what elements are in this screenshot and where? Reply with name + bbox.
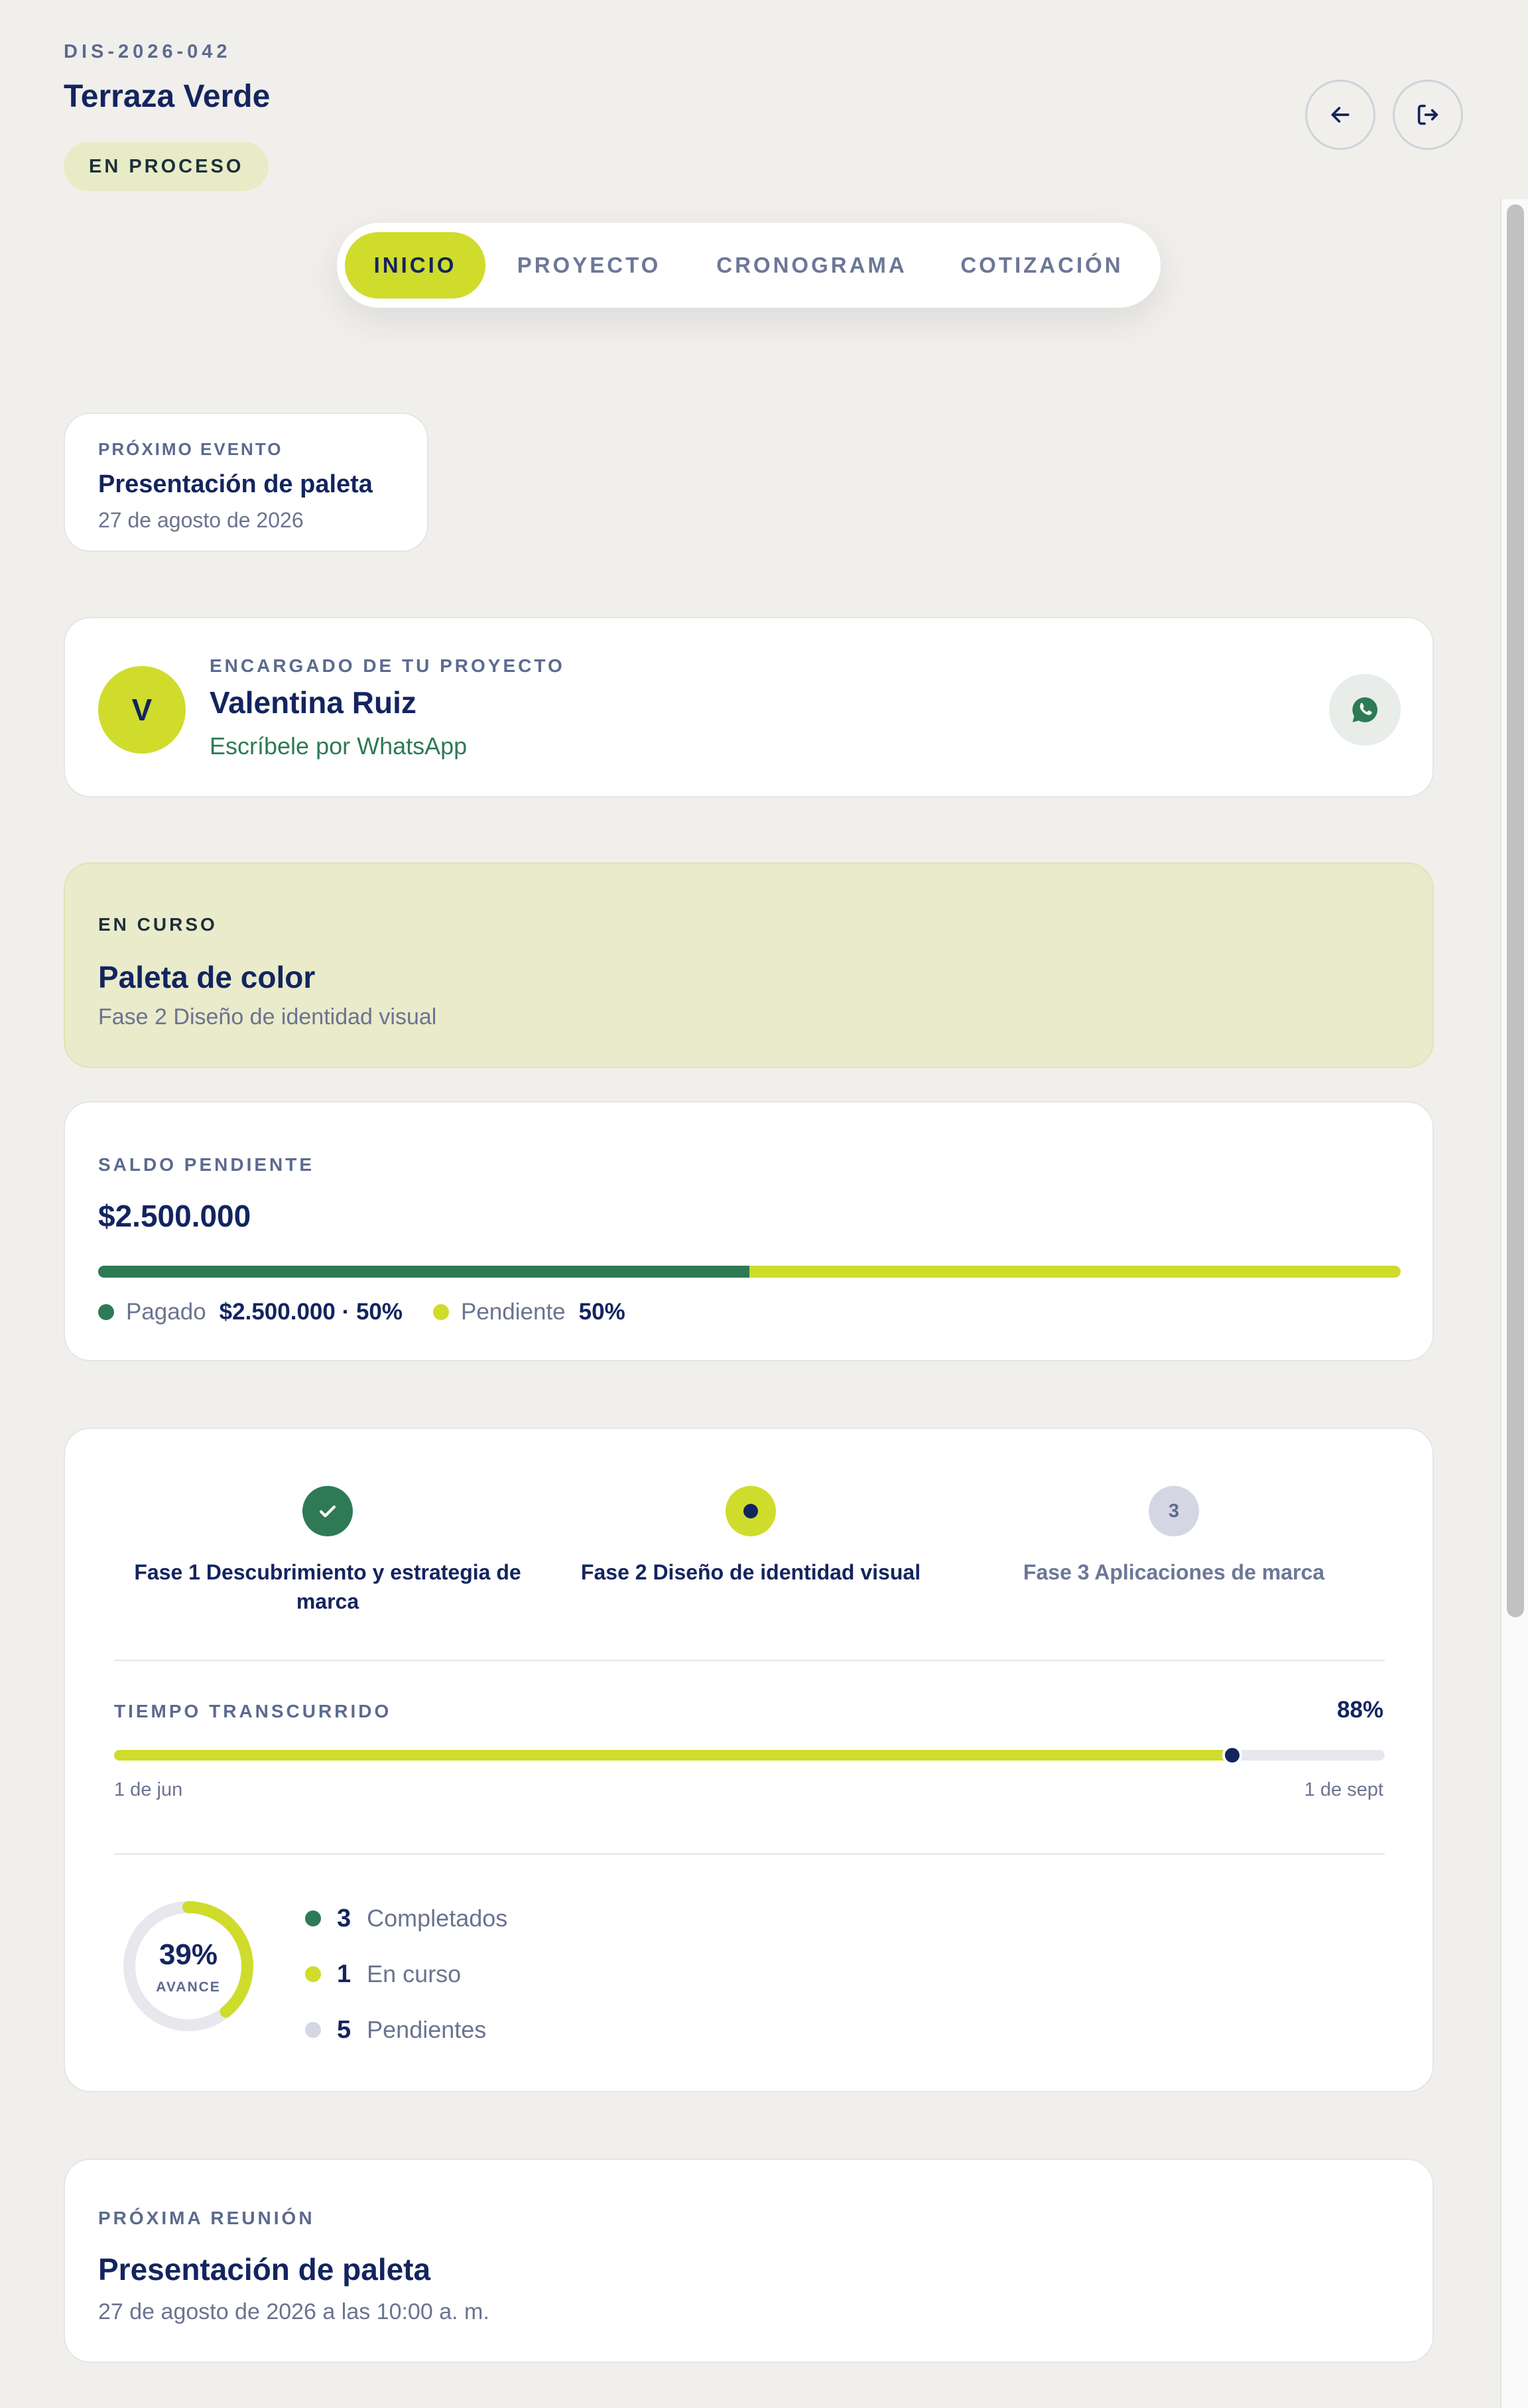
current-task-card: EN CURSO Paleta de color Fase 2 Diseño d…: [64, 862, 1434, 1068]
balance-card: SALDO PENDIENTE $2.500.000 Pagado $2.500…: [64, 1101, 1434, 1361]
balance-progress-bar: [98, 1266, 1401, 1278]
whatsapp-link[interactable]: Escríbele por WhatsApp: [210, 732, 467, 760]
time-label: TIEMPO TRANSCURRIDO: [114, 1701, 392, 1721]
stat-dot: [305, 2022, 321, 2038]
manager-label: ENCARGADO DE TU PROYECTO: [210, 655, 565, 676]
stat-count: 3: [337, 1904, 351, 1932]
balance-legend: Pagado $2.500.000 · 50% Pendiente 50%: [98, 1299, 625, 1325]
current-task-label: EN CURSO: [98, 914, 218, 935]
progress-card: 3 Fase 1 Descubrimiento y estrategia de …: [64, 1428, 1434, 2092]
paid-value: $2.500.000 · 50%: [219, 1299, 403, 1325]
paid-dot: [98, 1304, 114, 1320]
next-meeting-card: PRÓXIMA REUNIÓN Presentación de paleta 2…: [64, 2159, 1434, 2363]
tab-proyecto[interactable]: PROYECTO: [485, 232, 692, 299]
next-event-label: PRÓXIMO EVENTO: [98, 439, 283, 459]
pending-label: Pendiente: [461, 1299, 566, 1325]
back-button[interactable]: [1305, 80, 1375, 150]
stat-label: Completados: [367, 1905, 508, 1932]
stat-completed: 3 Completados: [305, 1904, 507, 1933]
current-dot: [743, 1504, 758, 1518]
stat-label: En curso: [367, 1960, 462, 1987]
time-end: 1 de sept: [1304, 1779, 1383, 1800]
pending-value: 50%: [578, 1299, 625, 1325]
stat-count: 5: [337, 2015, 351, 2044]
project-title: Terraza Verde: [64, 79, 271, 114]
paid-label: Pagado: [126, 1299, 206, 1325]
next-event-title: Presentación de paleta: [98, 470, 373, 498]
stats-list: 3 Completados 1 En curso 5 Pendientes: [305, 1904, 507, 2044]
meeting-datetime: 27 de agosto de 2026 a las 10:00 a. m.: [98, 2299, 489, 2324]
stat-count: 1: [337, 1960, 351, 1988]
scrollbar-thumb[interactable]: [1507, 204, 1524, 1617]
meeting-label: PRÓXIMA REUNIÓN: [98, 2208, 315, 2228]
meeting-title: Presentación de paleta: [98, 2252, 431, 2287]
manager-name: Valentina Ruiz: [210, 685, 416, 720]
tab-cronograma[interactable]: CRONOGRAMA: [692, 232, 931, 299]
time-progress-fill: [114, 1750, 1233, 1761]
pending-dot: [433, 1304, 449, 1320]
phase-3-label: Fase 3 Aplicaciones de marca: [1023, 1560, 1325, 1584]
avatar: V: [98, 666, 186, 754]
balance-amount: $2.500.000: [98, 1199, 251, 1233]
stat-dot: [305, 1966, 321, 1982]
logout-icon: [1417, 104, 1438, 125]
balance-label: SALDO PENDIENTE: [98, 1154, 315, 1175]
time-percent: 88%: [1336, 1697, 1383, 1723]
current-task-title: Paleta de color: [98, 960, 316, 994]
scrollbar-track[interactable]: [1500, 199, 1528, 2408]
next-event-card: PRÓXIMO EVENTO Presentación de paleta 27…: [64, 413, 428, 552]
status-badge: EN PROCESO: [64, 142, 269, 191]
stat-label: Pendientes: [367, 2016, 487, 2043]
balance-paid-fill: [98, 1266, 749, 1278]
time-start: 1 de jun: [114, 1779, 183, 1800]
time-progress-bar: [114, 1745, 1385, 1765]
phase-2-label: Fase 2 Diseño de identidad visual: [580, 1560, 921, 1584]
stat-dot: [305, 1910, 321, 1926]
time-marker: [1222, 1745, 1243, 1765]
current-task-phase: Fase 2 Diseño de identidad visual: [98, 1004, 437, 1030]
phase-1-marker: [302, 1486, 353, 1536]
phase-2-marker: [726, 1486, 776, 1536]
manager-card: V ENCARGADO DE TU PROYECTO Valentina Rui…: [64, 617, 1434, 797]
progress-percent: 39%: [159, 1938, 218, 1971]
check-icon: [319, 1505, 336, 1518]
whatsapp-icon: [1352, 697, 1377, 722]
next-event-date: 27 de agosto de 2026: [98, 508, 304, 532]
tab-bar: INICIO PROYECTO CRONOGRAMA COTIZACIÓN: [337, 223, 1161, 308]
tab-inicio[interactable]: INICIO: [345, 232, 485, 299]
whatsapp-button[interactable]: [1329, 674, 1401, 746]
stat-pending: 5 Pendientes: [305, 2015, 507, 2044]
progress-caption: AVANCE: [156, 1979, 221, 1995]
stat-in-progress: 1 En curso: [305, 1960, 507, 1989]
divider: [114, 1853, 1385, 1855]
divider: [114, 1660, 1385, 1661]
project-code: DIS-2026-042: [64, 41, 231, 62]
tab-cotizacion[interactable]: COTIZACIÓN: [931, 232, 1153, 299]
phase-1-label: Fase 1 Descubrimiento y estrategia de ma…: [134, 1560, 521, 1613]
arrow-left-icon: [1331, 107, 1350, 123]
phase-3-marker: 3: [1149, 1486, 1199, 1536]
logout-button[interactable]: [1393, 80, 1463, 150]
